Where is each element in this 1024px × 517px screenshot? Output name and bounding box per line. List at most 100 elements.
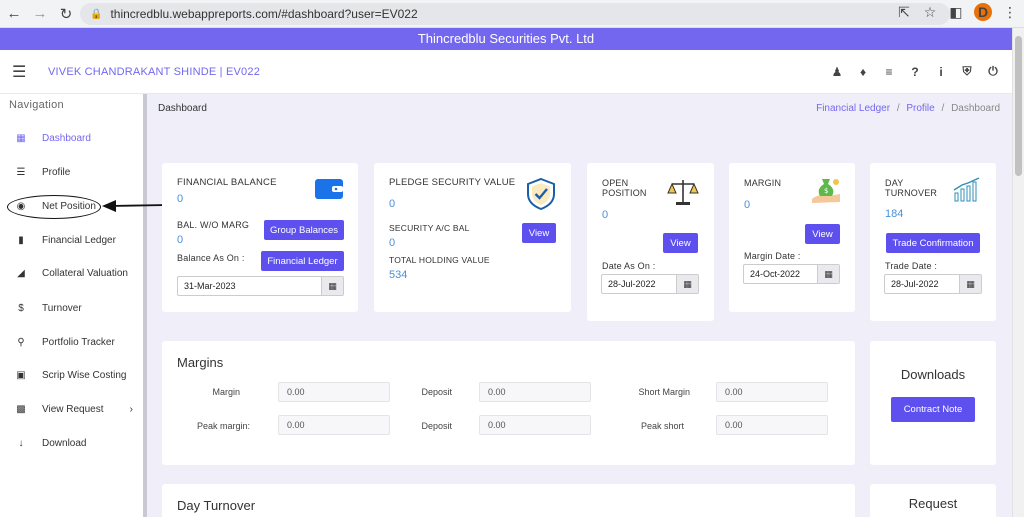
calendar-icon[interactable]: ▦ [321, 277, 343, 295]
open-position-date-value: 28-Jul-2022 [608, 279, 656, 289]
sidebar-item-download[interactable]: ↓ Download [0, 433, 143, 453]
grid-icon: ▩ [16, 403, 26, 415]
wallet-icon [315, 179, 343, 199]
bell-icon[interactable]: ♦ [856, 65, 870, 79]
short-margin-field-label: Short Margin [638, 387, 690, 397]
lock-icon: 🔒 [90, 8, 103, 20]
request-title: Request [908, 496, 958, 511]
profile-avatar[interactable]: D [974, 3, 992, 21]
total-holding-label: TOTAL HOLDING VALUE [389, 255, 490, 265]
bar-chart-icon [953, 177, 980, 202]
users-icon[interactable]: ♟ [830, 65, 844, 79]
bal-wo-marg-label: BAL. W/O MARG [177, 220, 250, 230]
margin-date-field[interactable]: 24-Oct-2022 ▦ [743, 264, 840, 284]
dashboard-icon: ▦ [16, 132, 26, 144]
money-bag-icon: $ [812, 179, 840, 203]
trade-confirmation-button[interactable]: Trade Confirmation [886, 233, 980, 253]
star-icon[interactable]: ☆ [922, 4, 938, 21]
margin-value: 0 [744, 199, 751, 211]
financial-balance-card: FINANCIAL BALANCE 0 BAL. W/O MARG 0 Grou… [162, 163, 358, 312]
breadcrumb-separator: / [896, 103, 900, 114]
page-scrollbar[interactable] [1012, 28, 1024, 517]
sidebar-item-financial-ledger[interactable]: ▮ Financial Ledger [0, 230, 143, 250]
company-title-bar: Thincredblu Securities Pvt. Ltd [0, 28, 1012, 50]
sidebar-item-profile[interactable]: ☰ Profile [0, 162, 143, 182]
financial-ledger-button[interactable]: Financial Ledger [261, 251, 344, 271]
short-margin-field-value: 0.00 [716, 382, 828, 402]
url-text: thincredblu.webappreports.com/#dashboard… [110, 7, 418, 21]
open-position-view-button[interactable]: View [663, 233, 698, 253]
pledge-title: PLEDGE SECURITY VALUE [389, 177, 516, 188]
book-icon: ▮ [18, 234, 24, 246]
reload-icon[interactable]: ↻ [54, 2, 78, 26]
menu-dots-icon[interactable]: ⋮ [1002, 4, 1018, 21]
group-balances-button[interactable]: Group Balances [264, 220, 344, 240]
margin-date-label: Margin Date : [744, 251, 801, 261]
calendar-icon[interactable]: ▦ [959, 275, 981, 293]
area-chart-icon: ◢ [17, 267, 25, 279]
annotation-arrow [102, 200, 169, 212]
help-icon[interactable]: ? [908, 65, 922, 79]
sidepanel-icon[interactable]: ◧ [948, 4, 964, 21]
sidebar-item-collateral-valuation[interactable]: ◢ Collateral Valuation [0, 263, 143, 283]
sidebar-item-turnover[interactable]: $ Turnover [0, 298, 143, 318]
list-icon: ☰ [16, 166, 26, 178]
scrollbar-thumb[interactable] [1015, 36, 1022, 176]
open-position-card: OPEN POSITION 0 View Date As On : 28-Jul-… [587, 163, 714, 321]
shield-check-icon [527, 177, 555, 211]
breadcrumb-separator: / [941, 103, 945, 114]
list-menu-icon[interactable]: ≡ [882, 65, 896, 79]
forward-icon[interactable]: → [28, 2, 52, 26]
address-bar[interactable]: 🔒 thincredblu.webappreports.com/#dashboa… [80, 3, 950, 25]
sidebar-item-portfolio-tracker[interactable]: ⚲ Portfolio Tracker [0, 332, 143, 352]
sidebar-item-scrip-wise-costing[interactable]: ▣ Scrip Wise Costing [0, 365, 143, 385]
request-section: Request [870, 484, 996, 517]
bal-wo-marg-value: 0 [177, 234, 184, 246]
downloads-title: Downloads [900, 367, 966, 382]
sidebar-title: Navigation [9, 99, 64, 111]
breadcrumb-link-financial-ledger[interactable]: Financial Ledger [816, 103, 890, 114]
calendar-icon[interactable]: ▦ [817, 265, 839, 283]
back-icon[interactable]: ← [2, 2, 26, 26]
trade-date-field[interactable]: 28-Jul-2022 ▦ [884, 274, 982, 294]
breadcrumb-current: Dashboard [951, 103, 1000, 114]
margin-date-value: 24-Oct-2022 [750, 269, 801, 279]
power-icon[interactable]: ⏻ [986, 64, 1000, 79]
balance-as-on-label: Balance As On : [177, 253, 245, 263]
deposit2-field-label: Deposit [421, 421, 452, 431]
info-icon[interactable]: i [934, 65, 948, 79]
open-position-title: OPEN POSITION [602, 178, 647, 198]
browser-toolbar: ← → ↻ 🔒 thincredblu.webappreports.com/#d… [0, 0, 1024, 28]
balance-date-field[interactable]: 31-Mar-2023 ▦ [177, 276, 344, 296]
hamburger-menu-icon[interactable]: ☰ [12, 62, 32, 82]
share-icon[interactable]: ⇱ [896, 4, 912, 21]
deposit-field-value: 0.00 [479, 382, 591, 402]
security-ac-bal-value: 0 [389, 237, 396, 249]
open-position-date-field[interactable]: 28-Jul-2022 ▦ [601, 274, 699, 294]
pledge-value: 0 [389, 198, 396, 210]
margin-view-button[interactable]: View [805, 224, 840, 244]
open-position-value: 0 [602, 209, 609, 221]
sidebar-divider [143, 94, 147, 517]
sidebar: Navigation ▦ Dashboard ☰ Profile ◉ Net P… [0, 94, 143, 517]
deposit-field-label: Deposit [421, 387, 452, 397]
margin-title: MARGIN [744, 178, 782, 188]
pledge-view-button[interactable]: View [522, 223, 556, 243]
breadcrumb: Dashboard Financial Ledger / Profile / D… [147, 94, 1012, 128]
day-turnover-section-title: Day Turnover [177, 498, 256, 513]
date-as-on-label: Date As On : [602, 261, 656, 271]
margin-field-value: 0.00 [278, 382, 390, 402]
dollar-icon: $ [18, 302, 24, 314]
margins-section: Margins Margin 0.00 Deposit 0.00 Short M… [162, 341, 855, 465]
balance-date-value: 31-Mar-2023 [184, 281, 236, 291]
margin-card: MARGIN $ 0 View Margin Date : 24-Oct-202… [729, 163, 855, 312]
shield-icon[interactable]: ⛨ [960, 64, 974, 79]
sidebar-item-dashboard[interactable]: ▦ Dashboard [0, 128, 143, 148]
sidebar-item-view-request[interactable]: ▩ View Request › [0, 399, 143, 419]
deposit2-field-value: 0.00 [479, 415, 591, 435]
day-turnover-card: DAY TURNOVER 184 Trade Confirmation Trade… [870, 163, 996, 321]
calendar-icon[interactable]: ▦ [676, 275, 698, 293]
contract-note-button[interactable]: Contract Note [891, 397, 975, 422]
breadcrumb-link-profile[interactable]: Profile [906, 103, 934, 114]
pledge-security-card: PLEDGE SECURITY VALUE 0 SECURITY A/C BAL… [374, 163, 571, 312]
